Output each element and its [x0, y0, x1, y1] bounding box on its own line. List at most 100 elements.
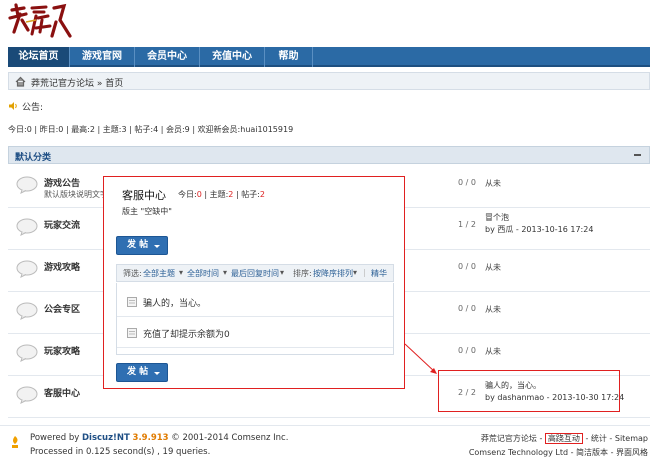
forum-preview-popup: 客服中心 今日:0 | 主题:2 | 帖子:2 版主 "空缺中" 发 帖 筛选:…: [103, 176, 405, 389]
divider: -: [539, 434, 543, 443]
last-post-title[interactable]: 冒个泡: [485, 213, 509, 222]
stat-posts-label: 帖子:: [134, 125, 154, 134]
popup-today-label: 今日:: [178, 190, 197, 199]
caret-down-icon: ▾: [179, 268, 184, 277]
breadcrumb-text[interactable]: 莽荒记官方论坛 » 首页: [31, 76, 123, 89]
highlight-box: [438, 370, 620, 412]
new-post-label: 发 帖: [127, 240, 149, 250]
divider: -: [610, 448, 614, 457]
nav-item-game-site[interactable]: 游戏官网: [70, 47, 135, 67]
site-logo-image: [8, 3, 72, 38]
footer-links: 莽荒记官方论坛 - 高跷互动 - 统计 - Sitemap: [481, 433, 648, 444]
stat-yesterday: 0: [58, 125, 64, 134]
new-post-label: 发 帖: [127, 367, 149, 377]
forum-last-post: 从未: [485, 347, 501, 356]
company-link[interactable]: Comsenz Technology Ltd: [469, 448, 568, 457]
forum-bubble-icon: [16, 344, 38, 362]
popup-posts: 2: [259, 190, 265, 199]
site-logo[interactable]: [6, 2, 76, 40]
breadcrumb: 莽荒记官方论坛 » 首页: [8, 72, 650, 90]
nav-item-recharge-center[interactable]: 充值中心: [200, 47, 265, 67]
stat-welcome-label: 欢迎新会员:: [197, 125, 241, 134]
forum-last-post: 从未: [485, 179, 501, 188]
caret-down-icon: ▾: [223, 268, 228, 277]
stat-today-label: 今日:: [8, 125, 27, 134]
popup-today: 0: [196, 190, 202, 199]
footer-powered: Powered by Discuz!NT 3.9.913 © 2001-2014…: [30, 433, 288, 443]
forum-stats: 今日:0 | 昨日:0 | 最高:2 | 主题:3 | 帖子:4 | 会员:9 …: [8, 124, 293, 135]
divider: -: [609, 434, 613, 443]
thread-row: 骗人的，当心。: [117, 287, 393, 317]
thread-title[interactable]: 骗人的，当心。: [143, 296, 206, 309]
sitemap-link[interactable]: Sitemap: [615, 434, 648, 443]
caret-down-icon: ▾: [280, 268, 285, 277]
page-footer: Powered by Discuz!NT 3.9.913 © 2001-2014…: [0, 425, 650, 461]
thread-row: 充值了却提示余额为0: [117, 318, 393, 348]
caret-down-icon: [154, 372, 160, 375]
divider: |: [204, 190, 208, 199]
site-name-link[interactable]: 莽荒记官方论坛: [481, 434, 537, 443]
sort-order[interactable]: 按降序排列: [313, 268, 353, 279]
forum-counts: 0 / 0: [458, 304, 476, 313]
filter-all-time[interactable]: 全部时间: [187, 268, 219, 279]
popup-moderator: 版主 "空缺中": [122, 207, 172, 216]
powered-by-label: Powered by: [30, 433, 80, 443]
new-member-link[interactable]: huai1015919: [240, 125, 293, 134]
divider: |: [363, 268, 366, 277]
stat-members: 9: [184, 125, 190, 134]
stat-max-label: 最高:: [71, 125, 90, 134]
forum-name[interactable]: 公会专区: [44, 302, 80, 315]
divider: |: [129, 125, 132, 134]
forum-bubble-icon: [16, 260, 38, 278]
nav-item-member-center[interactable]: 会员中心: [135, 47, 200, 67]
forum-name[interactable]: 游戏攻略: [44, 260, 80, 273]
divider: |: [192, 125, 196, 134]
stat-max: 2: [89, 125, 95, 134]
stat-yesterday-label: 昨日:: [39, 125, 59, 134]
forum-counts: 1 / 2: [458, 220, 476, 229]
thread-icon: [127, 328, 137, 338]
forum-name[interactable]: 玩家交流: [44, 218, 80, 231]
divider: |: [65, 125, 69, 134]
divider: |: [34, 125, 38, 134]
nav-item-forum-home[interactable]: 论坛首页: [8, 47, 70, 67]
filter-last-reply[interactable]: 最后回复时间: [231, 268, 279, 279]
new-post-button[interactable]: 发 帖: [116, 236, 168, 255]
new-post-button[interactable]: 发 帖: [116, 363, 168, 382]
thread-title[interactable]: 充值了却提示余额为0: [143, 327, 230, 340]
stat-today: 0: [26, 125, 32, 134]
category-title[interactable]: 默认分类: [15, 150, 51, 163]
announcement: 公告:: [8, 100, 43, 113]
popup-topics-label: 主题:: [209, 190, 229, 199]
main-nav: 论坛首页 游戏官网 会员中心 充值中心 帮助: [8, 47, 650, 67]
category-header: 默认分类: [8, 146, 650, 164]
forum-bubble-icon: [16, 302, 38, 320]
simple-version-link[interactable]: 简洁版本: [576, 448, 608, 457]
popup-stats: 今日:0 | 主题:2 | 帖子:2: [178, 189, 265, 200]
last-post-by: by 西瓜 - 2013-10-16 17:24: [485, 225, 594, 234]
collapse-icon[interactable]: [634, 154, 641, 156]
style-link[interactable]: 界面风格: [616, 448, 648, 457]
home-icon[interactable]: [15, 76, 26, 87]
partner-link[interactable]: 高跷互动: [544, 433, 583, 444]
nav-item-help[interactable]: 帮助: [265, 47, 313, 67]
sort-label: 排序:: [293, 269, 312, 278]
forum-name[interactable]: 客服中心: [44, 386, 80, 399]
forum-desc: 默认版块说明文字: [44, 190, 108, 199]
filter-digest[interactable]: 精华: [371, 268, 387, 279]
popup-topics: 2: [228, 190, 234, 199]
popup-title: 客服中心: [122, 189, 166, 202]
forum-name[interactable]: 玩家攻略: [44, 344, 80, 357]
discuz-link[interactable]: Discuz!NT: [82, 433, 130, 443]
copyright: © 2001-2014 Comsenz Inc.: [171, 433, 289, 443]
forum-bubble-icon: [16, 386, 38, 404]
footer-company: Comsenz Technology Ltd - 简洁版本 - 界面风格: [469, 447, 648, 458]
stats-link[interactable]: 统计: [591, 434, 607, 443]
stat-members-label: 会员:: [165, 125, 185, 134]
filter-all-topics[interactable]: 全部主题: [143, 268, 175, 279]
version: 3.9.913: [132, 433, 169, 443]
forum-name[interactable]: 游戏公告: [44, 176, 80, 189]
thread-filter-bar: 筛选: 全部主题 ▾ 全部时间 ▾ 最后回复时间 ▾ 排序: 按降序排列 ▾ |…: [116, 264, 394, 282]
forum-bubble-icon: [16, 218, 38, 236]
stat-topics: 3: [121, 125, 127, 134]
